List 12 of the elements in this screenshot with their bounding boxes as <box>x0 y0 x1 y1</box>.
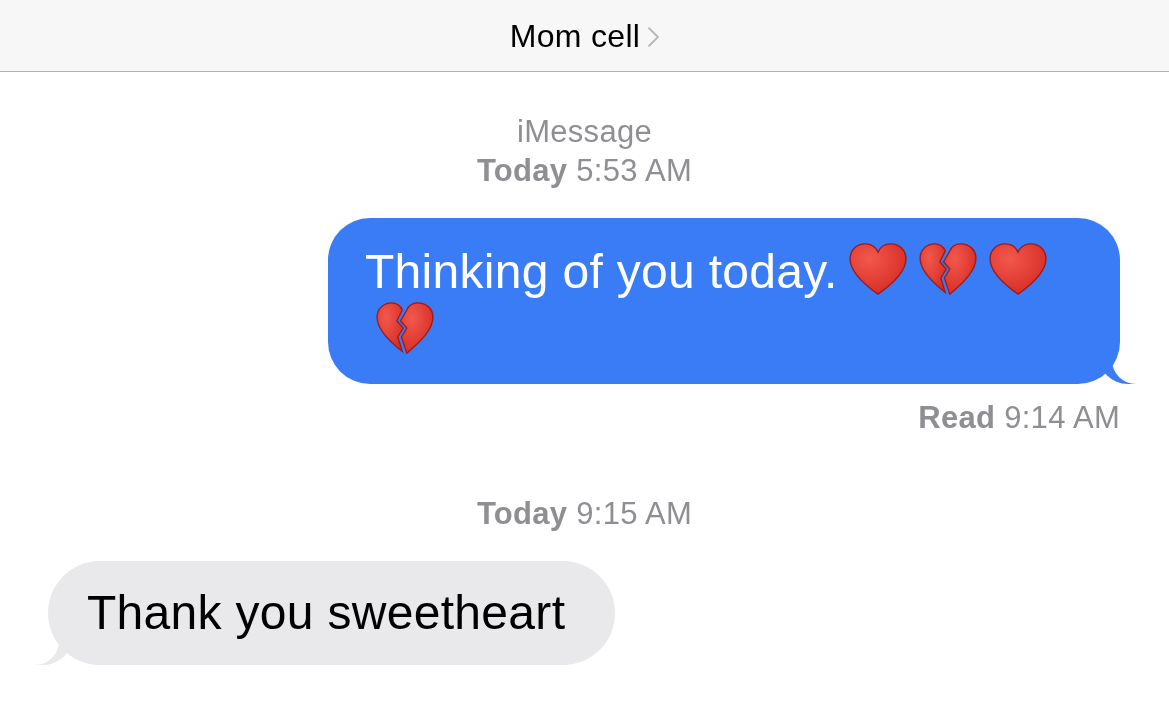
timestamp: Today 5:53 AM <box>476 152 693 190</box>
chevron-right-icon <box>648 27 660 47</box>
read-receipt: Read 9:14 AM <box>918 399 1120 437</box>
message-text: Thinking of you today. <box>365 245 838 298</box>
service-label: iMessage <box>516 113 653 151</box>
broken-heart-icon <box>917 242 978 296</box>
heart-icon <box>987 242 1048 296</box>
heart-icon <box>847 242 908 296</box>
broken-heart-icon <box>375 301 435 355</box>
message-text: Thank you sweetheart <box>87 586 566 639</box>
contact-name-button[interactable]: Mom cell <box>509 16 660 55</box>
timestamp: Today 9:15 AM <box>476 495 693 533</box>
